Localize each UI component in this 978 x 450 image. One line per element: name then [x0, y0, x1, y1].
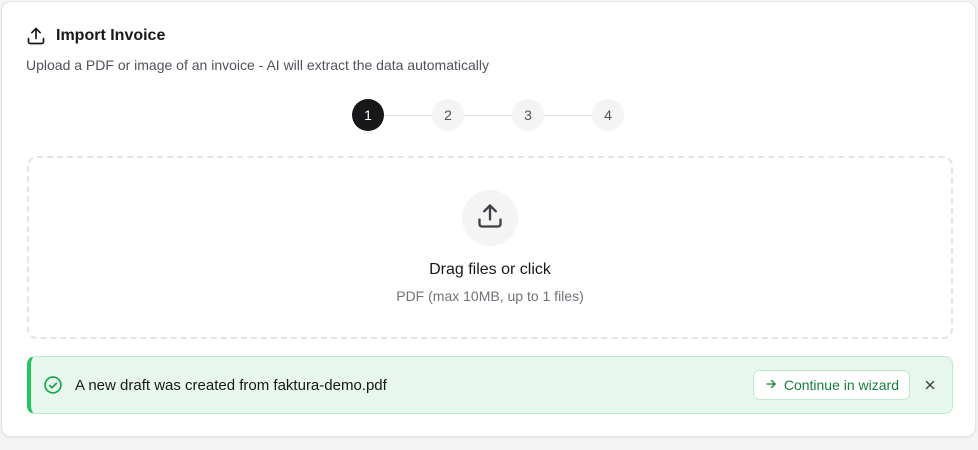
step-connector — [544, 114, 592, 116]
step-connector — [464, 114, 512, 116]
continue-button-label: Continue in wizard — [783, 377, 899, 393]
check-circle-icon — [43, 375, 63, 395]
stepper: 1 2 3 4 — [352, 99, 624, 131]
close-icon[interactable] — [922, 377, 938, 393]
card-header: Import Invoice — [26, 26, 165, 46]
step-4: 4 — [592, 99, 624, 131]
success-alert: A new draft was created from faktura-dem… — [27, 356, 953, 414]
step-connector — [384, 114, 432, 116]
page-subtitle: Upload a PDF or image of an invoice - AI… — [26, 57, 489, 73]
upload-icon — [476, 202, 504, 235]
continue-in-wizard-button[interactable]: Continue in wizard — [752, 370, 910, 400]
file-dropzone[interactable]: Drag files or click PDF (max 10MB, up to… — [27, 156, 953, 339]
upload-icon — [26, 26, 46, 46]
dropzone-title: Drag files or click — [429, 261, 551, 278]
arrow-right-icon — [764, 377, 778, 394]
import-invoice-card: Import Invoice Upload a PDF or image of … — [1, 1, 976, 437]
step-2: 2 — [432, 99, 464, 131]
page-title: Import Invoice — [56, 27, 166, 44]
alert-message: A new draft was created from faktura-dem… — [75, 376, 387, 394]
step-1: 1 — [352, 99, 384, 131]
dropzone-upload-icon-wrap — [462, 190, 518, 246]
step-3: 3 — [512, 99, 544, 131]
dropzone-hint: PDF (max 10MB, up to 1 files) — [396, 288, 584, 304]
